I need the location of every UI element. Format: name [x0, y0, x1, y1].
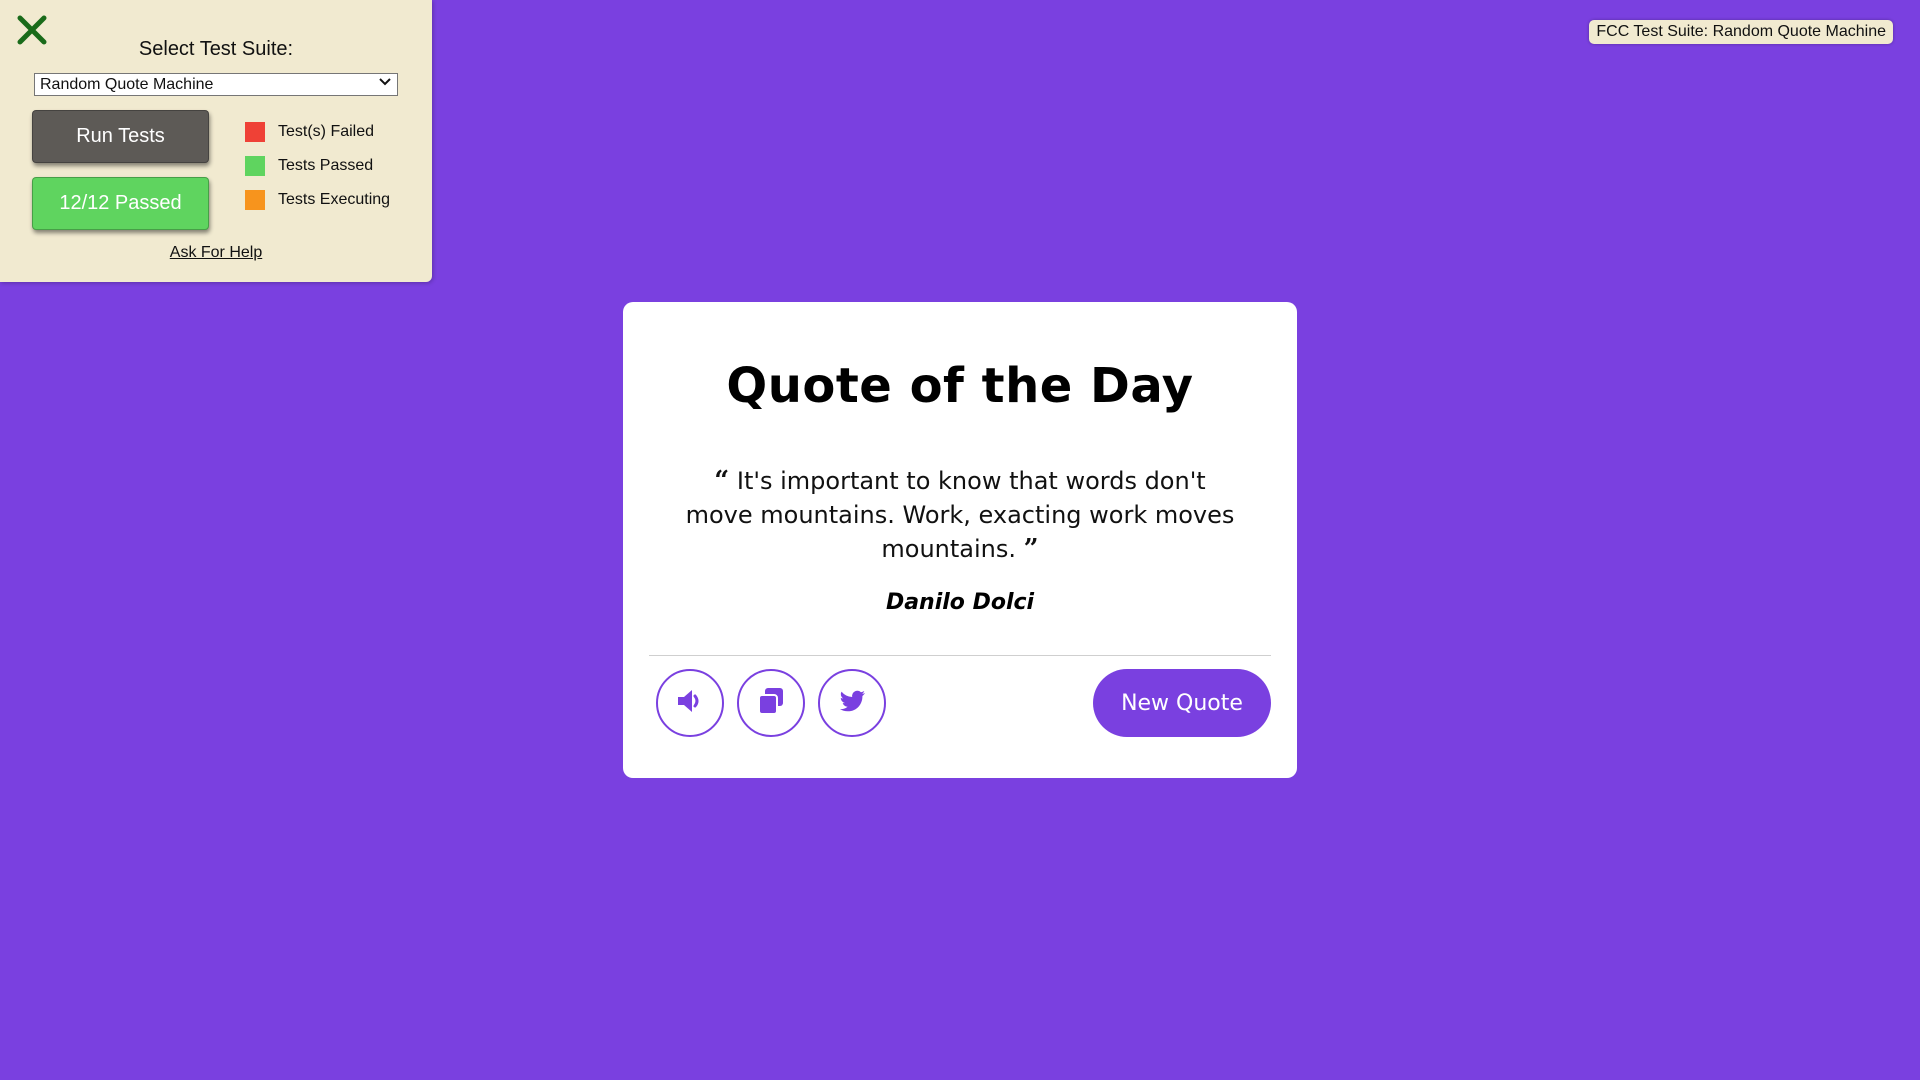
copy-button[interactable] — [737, 669, 805, 737]
card-title: Quote of the Day — [726, 358, 1194, 414]
executing-swatch — [245, 190, 265, 210]
speaker-icon — [674, 685, 706, 721]
select-suite-label: Select Test Suite: — [138, 38, 294, 60]
open-quote-icon: “ — [714, 466, 730, 496]
twitter-icon — [836, 685, 868, 721]
fcc-test-suite-badge[interactable]: FCC Test Suite: Random Quote Machine — [1589, 20, 1893, 44]
failed-swatch — [245, 122, 265, 142]
fcc-test-panel: Select Test Suite: Random Quote Machine … — [0, 0, 432, 282]
passed-swatch — [245, 156, 265, 176]
legend-executing: Tests Executing — [245, 190, 390, 210]
run-tests-button[interactable]: Run Tests — [32, 110, 209, 163]
legend-failed: Test(s) Failed — [245, 122, 374, 142]
test-suite-select[interactable]: Random Quote Machine — [34, 73, 398, 96]
chevron-down-icon — [378, 75, 392, 94]
legend-failed-label: Test(s) Failed — [278, 123, 375, 140]
quote-author: Danilo Dolci — [885, 590, 1035, 615]
ask-for-help-link[interactable]: Ask For Help — [0, 244, 432, 262]
new-quote-button[interactable]: New Quote — [1093, 669, 1271, 737]
speak-button[interactable] — [656, 669, 724, 737]
card-divider — [649, 655, 1271, 656]
legend-passed-label: Tests Passed — [278, 157, 374, 174]
tweet-button[interactable] — [818, 669, 886, 737]
close-quote-icon: ” — [1023, 534, 1039, 564]
selected-suite-value: Random Quote Machine — [40, 75, 214, 93]
legend-executing-label: Tests Executing — [278, 191, 391, 208]
quote-card: Quote of the Day “ It's important to kno… — [623, 302, 1297, 778]
test-results-button[interactable]: 12/12 Passed — [32, 177, 209, 230]
legend-passed: Tests Passed — [245, 156, 373, 176]
quote-text: It's important to know that words don't … — [685, 467, 1235, 563]
copy-icon — [755, 685, 787, 721]
quote-block: “ It's important to know that words don'… — [683, 464, 1237, 566]
